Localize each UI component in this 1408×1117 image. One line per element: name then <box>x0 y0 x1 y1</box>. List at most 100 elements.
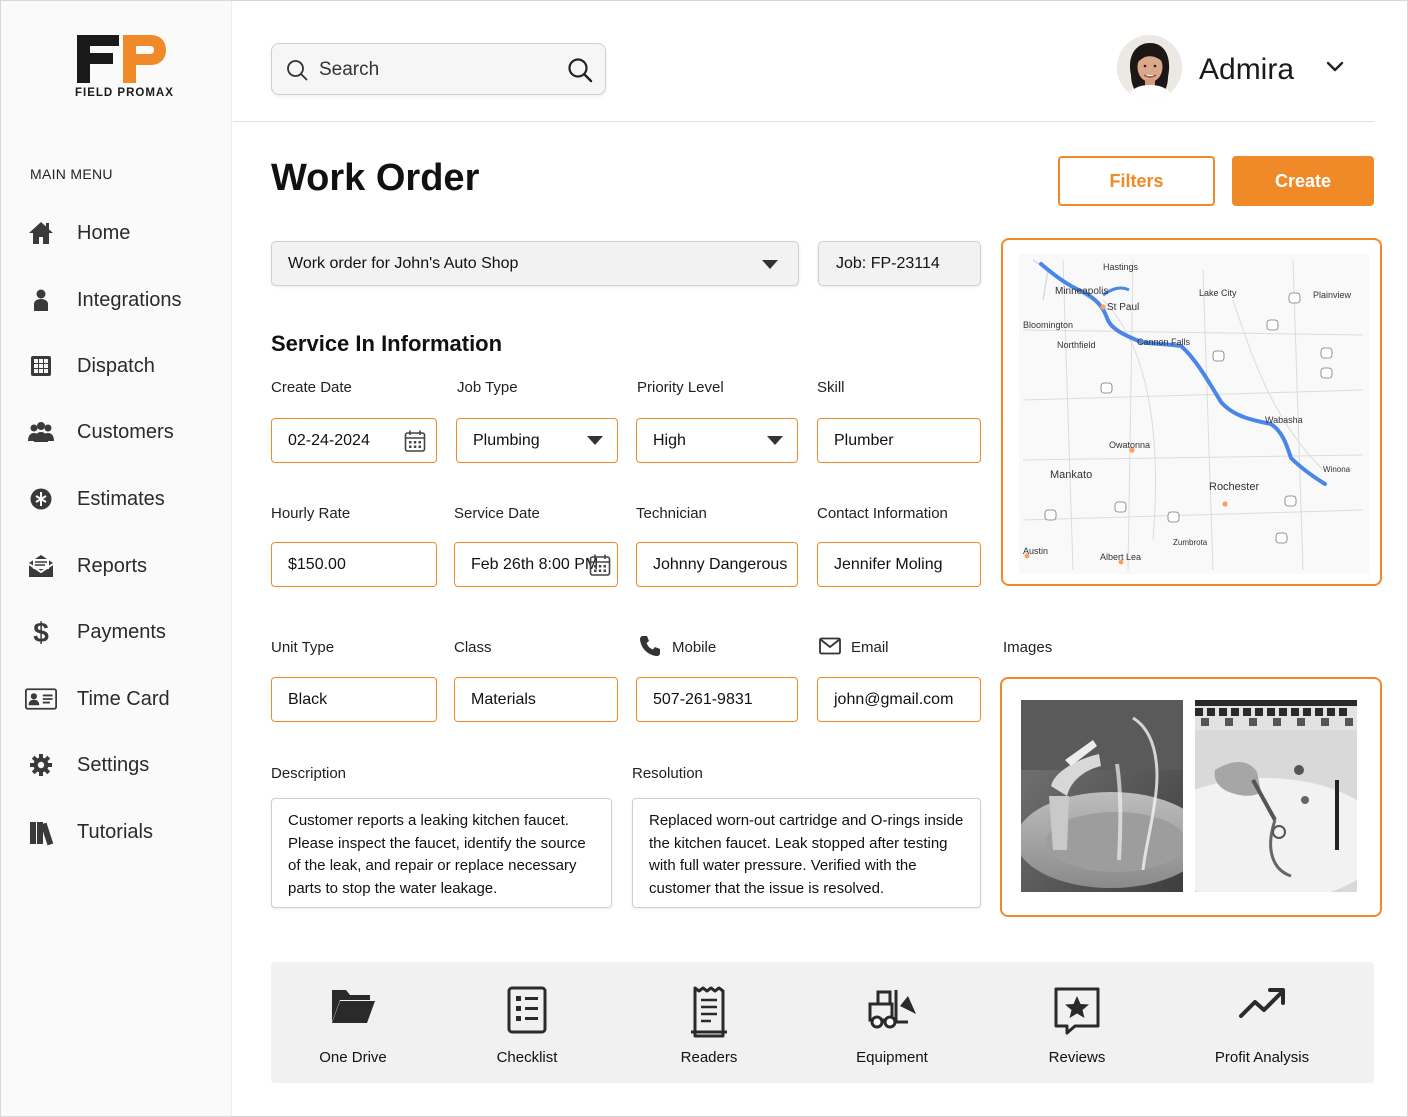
mobile-value: 507-261-9831 <box>653 691 753 708</box>
tool-checklist[interactable]: Checklist <box>447 962 607 1083</box>
sidebar-item-estimates[interactable]: Estimates <box>25 479 225 519</box>
tool-label: Equipment <box>856 1049 928 1066</box>
description-value: Customer reports a leaking kitchen fauce… <box>288 812 586 897</box>
sidebar-item-customers[interactable]: Customers <box>25 412 225 452</box>
sidebar-item-label: Dispatch <box>77 354 155 377</box>
estimate-icon <box>25 483 57 515</box>
priority-label: Priority Level <box>637 379 724 396</box>
map-label-zumbrota: Zumbrota <box>1173 538 1208 547</box>
class-field[interactable]: Materials <box>454 677 618 722</box>
technician-field[interactable]: Johnny Dangerous <box>636 542 798 587</box>
section-title: Service In Information <box>271 331 503 356</box>
class-label: Class <box>454 639 492 656</box>
repair-photo[interactable] <box>1195 700 1357 892</box>
work-order-select[interactable]: Work order for John's Auto Shop <box>271 241 799 286</box>
avatar[interactable] <box>1117 35 1182 100</box>
class-value: Materials <box>471 691 536 708</box>
tool-reviews[interactable]: Reviews <box>997 962 1157 1083</box>
priority-value: High <box>653 432 686 449</box>
sidebar-item-integrations[interactable]: Integrations <box>25 280 225 320</box>
dollar-icon: $ <box>25 616 57 648</box>
tool-readers[interactable]: Readers <box>629 962 789 1083</box>
tool-label: Reviews <box>1048 1049 1106 1066</box>
sidebar-item-label: Settings <box>77 753 150 776</box>
sidebar-item-reports[interactable]: Reports <box>25 546 225 586</box>
map-canvas: Minneapolis St Paul Bloomington Northfie… <box>1019 254 1369 574</box>
logo-text: FIELD PROMAX <box>75 87 174 99</box>
contact-value: Jennifer Moling <box>834 556 943 573</box>
phone-icon <box>639 635 661 662</box>
filters-button[interactable]: Filters <box>1058 156 1215 206</box>
search-box[interactable]: Search <box>271 43 606 95</box>
tool-label: Profit Analysis <box>1214 1049 1310 1066</box>
mobile-field[interactable]: 507-261-9831 <box>636 677 798 722</box>
search-input[interactable]: Search <box>319 59 379 81</box>
description-textarea[interactable]: Customer reports a leaking kitchen fauce… <box>271 798 612 908</box>
tool-profit-analysis[interactable]: Profit Analysis <box>1182 962 1342 1083</box>
sidebar-item-time-card[interactable]: Time Card <box>25 679 225 719</box>
map-label-austin: Austin <box>1023 546 1048 556</box>
unit-type-value: Black <box>288 691 328 708</box>
priority-select[interactable]: High <box>636 418 798 463</box>
search-icon <box>286 59 308 86</box>
map-label-bloomington: Bloomington <box>1023 320 1073 330</box>
sidebar-item-dispatch[interactable]: Dispatch <box>25 346 225 386</box>
sidebar-item-label: Payments <box>77 620 166 643</box>
calendar-icon[interactable] <box>589 553 611 582</box>
map-label-rochester: Rochester <box>1209 481 1259 493</box>
star-frame-icon <box>1053 986 1101 1041</box>
sidebar-item-payments[interactable]: $ Payments <box>25 612 225 652</box>
tool-equipment[interactable]: Equipment <box>812 962 972 1083</box>
create-date-field[interactable]: 02-24-2024 <box>271 418 437 463</box>
map-label-northfield: Northfield <box>1057 340 1096 350</box>
hourly-rate-field[interactable]: $150.00 <box>271 542 437 587</box>
tool-label: Readers <box>680 1049 738 1066</box>
email-field[interactable]: john@gmail.com <box>817 677 981 722</box>
map-label-lake-city: Lake City <box>1199 288 1237 298</box>
chevron-down-icon[interactable] <box>1325 60 1345 79</box>
group-icon <box>25 416 57 448</box>
user-name[interactable]: Admira <box>1199 53 1294 87</box>
reports-icon <box>25 550 57 582</box>
sidebar-item-tutorials[interactable]: Tutorials <box>25 812 225 852</box>
create-button[interactable]: Create <box>1232 156 1374 206</box>
sidebar-item-label: Time Card <box>77 687 170 710</box>
route-map[interactable]: Minneapolis St Paul Bloomington Northfie… <box>1001 238 1382 586</box>
unit-type-field[interactable]: Black <box>271 677 437 722</box>
map-label-owatonna: Owatonna <box>1109 440 1150 450</box>
brand-logo[interactable]: FIELD PROMAX <box>75 33 175 103</box>
service-date-field[interactable]: Feb 26th 8:00 PM <box>454 542 618 587</box>
resolution-textarea[interactable]: Replaced worn-out cartridge and O-rings … <box>632 798 981 908</box>
skill-field[interactable]: Plumber <box>817 418 981 463</box>
dropdown-caret-icon <box>762 260 778 269</box>
description-label: Description <box>271 765 347 782</box>
map-label-minneapolis: Minneapolis <box>1055 286 1108 297</box>
create-date-value: 02-24-2024 <box>288 432 370 449</box>
images-gallery <box>1000 677 1382 917</box>
job-type-select[interactable]: Plumbing <box>456 418 618 463</box>
sidebar-item-label: Home <box>77 221 131 244</box>
search-submit-icon[interactable] <box>567 57 593 88</box>
calendar-icon[interactable] <box>404 429 426 458</box>
mobile-label: Mobile <box>672 639 717 656</box>
folder-icon <box>330 986 376 1031</box>
contact-field[interactable]: Jennifer Moling <box>817 542 981 587</box>
service-date-value: Feb 26th 8:00 PM <box>471 556 599 573</box>
dropdown-caret-icon <box>767 436 783 445</box>
books-icon <box>25 816 57 848</box>
sidebar-item-label: Customers <box>77 420 174 443</box>
tool-one-drive[interactable]: One Drive <box>273 962 433 1083</box>
trend-up-icon <box>1238 986 1286 1025</box>
page-title: Work Order <box>271 157 480 199</box>
faucet-photo[interactable] <box>1021 700 1183 892</box>
hourly-rate-label: Hourly Rate <box>271 505 351 522</box>
map-label-cannon-falls: Cannon Falls <box>1137 337 1191 347</box>
sidebar-item-label: Estimates <box>77 487 165 510</box>
resolution-label: Resolution <box>632 765 703 782</box>
sidebar-item-settings[interactable]: Settings <box>25 745 225 785</box>
sidebar-item-home[interactable]: Home <box>25 213 225 253</box>
unit-type-label: Unit Type <box>271 639 335 656</box>
tool-label: Checklist <box>496 1049 558 1066</box>
sidebar-item-label: Tutorials <box>77 820 153 843</box>
tool-label: One Drive <box>319 1049 387 1066</box>
